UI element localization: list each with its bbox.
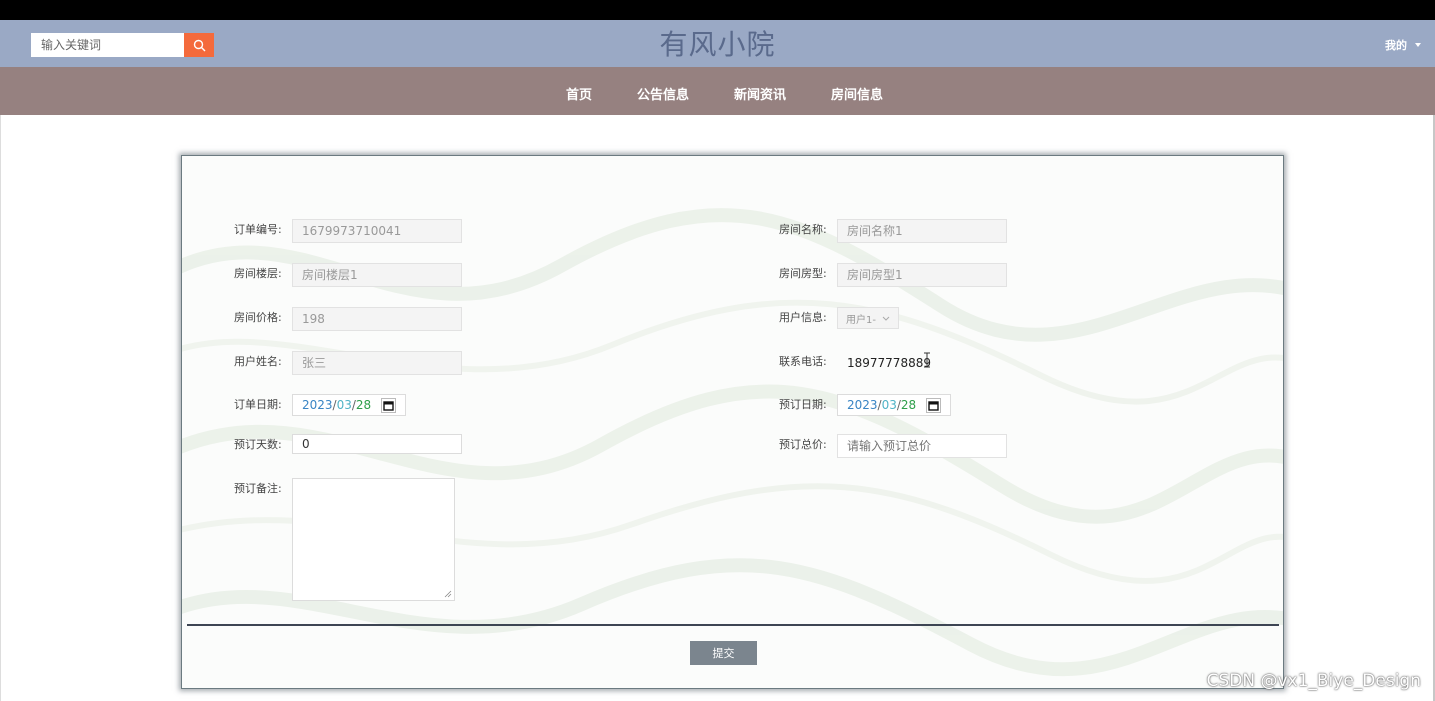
top-black-bar <box>0 0 1435 20</box>
room-name-label: 房间名称: <box>779 223 827 236</box>
user-info-selected: 用户1- <box>846 314 876 326</box>
submit-button[interactable]: 提交 <box>690 641 757 665</box>
book-date-label: 预订日期: <box>779 398 827 411</box>
row-book-date: 预订日期: 2023/03/28 <box>779 394 951 416</box>
user-info-label: 用户信息: <box>779 311 827 324</box>
main-nav: 首页 公告信息 新闻资讯 房间信息 <box>0 67 1435 115</box>
phone-label: 联系电话: <box>779 355 827 368</box>
row-book-days: 预订天数: <box>234 434 462 454</box>
book-days-input[interactable] <box>292 434 462 454</box>
nav-item-home[interactable]: 首页 <box>566 84 592 103</box>
order-date-year: 2023 <box>302 398 333 412</box>
row-user-name: 用户姓名: 张三 <box>234 351 462 375</box>
total-price-input[interactable] <box>837 434 1007 458</box>
resize-handle-icon[interactable] <box>444 590 452 598</box>
page-left-edge <box>0 115 1 701</box>
nav-item-announcements[interactable]: 公告信息 <box>637 84 689 103</box>
room-floor-label: 房间楼层: <box>234 267 282 280</box>
room-name-field: 房间名称1 <box>837 219 1007 243</box>
booking-form-card: 订单编号: 1679973710041 房间楼层: 房间楼层1 房间价格: 19… <box>181 155 1284 689</box>
calendar-icon[interactable] <box>381 397 396 413</box>
row-total-price: 预订总价: <box>779 434 1007 458</box>
row-remark: 预订备注: <box>234 478 455 601</box>
order-no-label: 订单编号: <box>234 223 282 236</box>
user-name-label: 用户姓名: <box>234 355 282 368</box>
row-room-type: 房间房型: 房间房型1 <box>779 263 1007 287</box>
book-date-month: 03 <box>881 398 897 412</box>
caret-down-icon <box>1415 43 1421 47</box>
row-phone: 联系电话: 18977778889 <box>779 351 1007 375</box>
remark-textarea[interactable] <box>292 478 455 601</box>
text-cursor-icon <box>924 352 930 368</box>
form-divider <box>187 624 1279 626</box>
order-date-label: 订单日期: <box>234 398 282 411</box>
order-date-input[interactable]: 2023/03/28 <box>292 394 406 416</box>
room-floor-field: 房间楼层1 <box>292 263 462 287</box>
room-price-field: 198 <box>292 307 462 331</box>
row-order-date: 订单日期: 2023/03/28 <box>234 394 406 416</box>
room-price-label: 房间价格: <box>234 311 282 324</box>
header-bar: 有风小院 我的 <box>0 20 1435 67</box>
nav-item-news[interactable]: 新闻资讯 <box>734 84 786 103</box>
total-price-label: 预订总价: <box>779 438 827 451</box>
user-info-select[interactable]: 用户1- <box>837 307 899 329</box>
user-name-field: 张三 <box>292 351 462 375</box>
row-room-name: 房间名称: 房间名称1 <box>779 219 1007 243</box>
row-order-no: 订单编号: 1679973710041 <box>234 219 462 243</box>
book-days-label: 预订天数: <box>234 438 282 451</box>
order-no-field: 1679973710041 <box>292 219 462 243</box>
chevron-down-icon <box>882 316 890 321</box>
row-room-floor: 房间楼层: 房间楼层1 <box>234 263 462 287</box>
nav-item-rooms[interactable]: 房间信息 <box>831 84 883 103</box>
site-title: 有风小院 <box>659 28 776 61</box>
room-type-label: 房间房型: <box>779 267 827 280</box>
room-type-field: 房间房型1 <box>837 263 1007 287</box>
book-date-year: 2023 <box>847 398 878 412</box>
order-date-day: 28 <box>355 398 372 412</box>
order-date-month: 03 <box>336 398 352 412</box>
calendar-icon[interactable] <box>926 397 941 413</box>
watermark: CSDN @vx1_Biye_Design <box>1206 671 1421 691</box>
book-date-day: 28 <box>900 398 917 412</box>
user-menu[interactable]: 我的 <box>1385 37 1421 53</box>
book-date-input[interactable]: 2023/03/28 <box>837 394 951 416</box>
row-user-info: 用户信息: 用户1- <box>779 307 899 329</box>
remark-label: 预订备注: <box>234 482 282 495</box>
row-room-price: 房间价格: 198 <box>234 307 462 331</box>
user-menu-label: 我的 <box>1385 39 1407 52</box>
